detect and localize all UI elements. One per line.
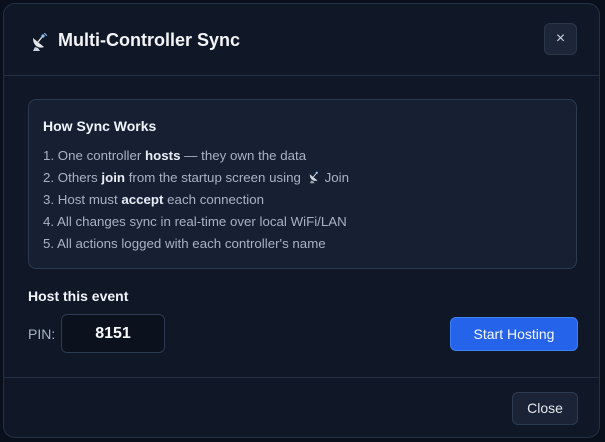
steps-list: 1. One controller hosts — they own the d…: [43, 147, 349, 257]
dialog-footer: Close: [4, 377, 599, 437]
list-item: 5. All actions logged with each controll…: [43, 236, 326, 251]
close-button[interactable]: Close: [512, 392, 578, 425]
pin-label: PIN:: [28, 326, 56, 342]
list-item: 2. Others join from the startup screen u…: [43, 170, 350, 185]
host-heading: Host this event: [28, 288, 129, 304]
how-sync-works-panel: How Sync Works 1. One controller hosts —…: [28, 99, 577, 269]
list-item: 4. All changes sync in real-time over lo…: [43, 214, 347, 229]
list-item: 1. One controller hosts — they own the d…: [43, 148, 307, 163]
list-item: 3. Host must accept each connection: [43, 192, 265, 207]
start-hosting-button[interactable]: Start Hosting: [450, 317, 578, 351]
pin-display: 8151: [61, 314, 165, 353]
close-x-button[interactable]: ×: [544, 23, 577, 55]
info-title: How Sync Works: [43, 118, 157, 134]
satellite-dish-icon: [309, 171, 318, 184]
dialog-title: Multi-Controller Sync: [58, 30, 241, 50]
dialog-header: Multi-Controller Sync ×: [4, 4, 599, 76]
satellite-dish-icon: [33, 33, 47, 51]
sync-dialog: Multi-Controller Sync × How Sync Works 1…: [3, 3, 600, 438]
close-icon: ×: [555, 30, 566, 47]
